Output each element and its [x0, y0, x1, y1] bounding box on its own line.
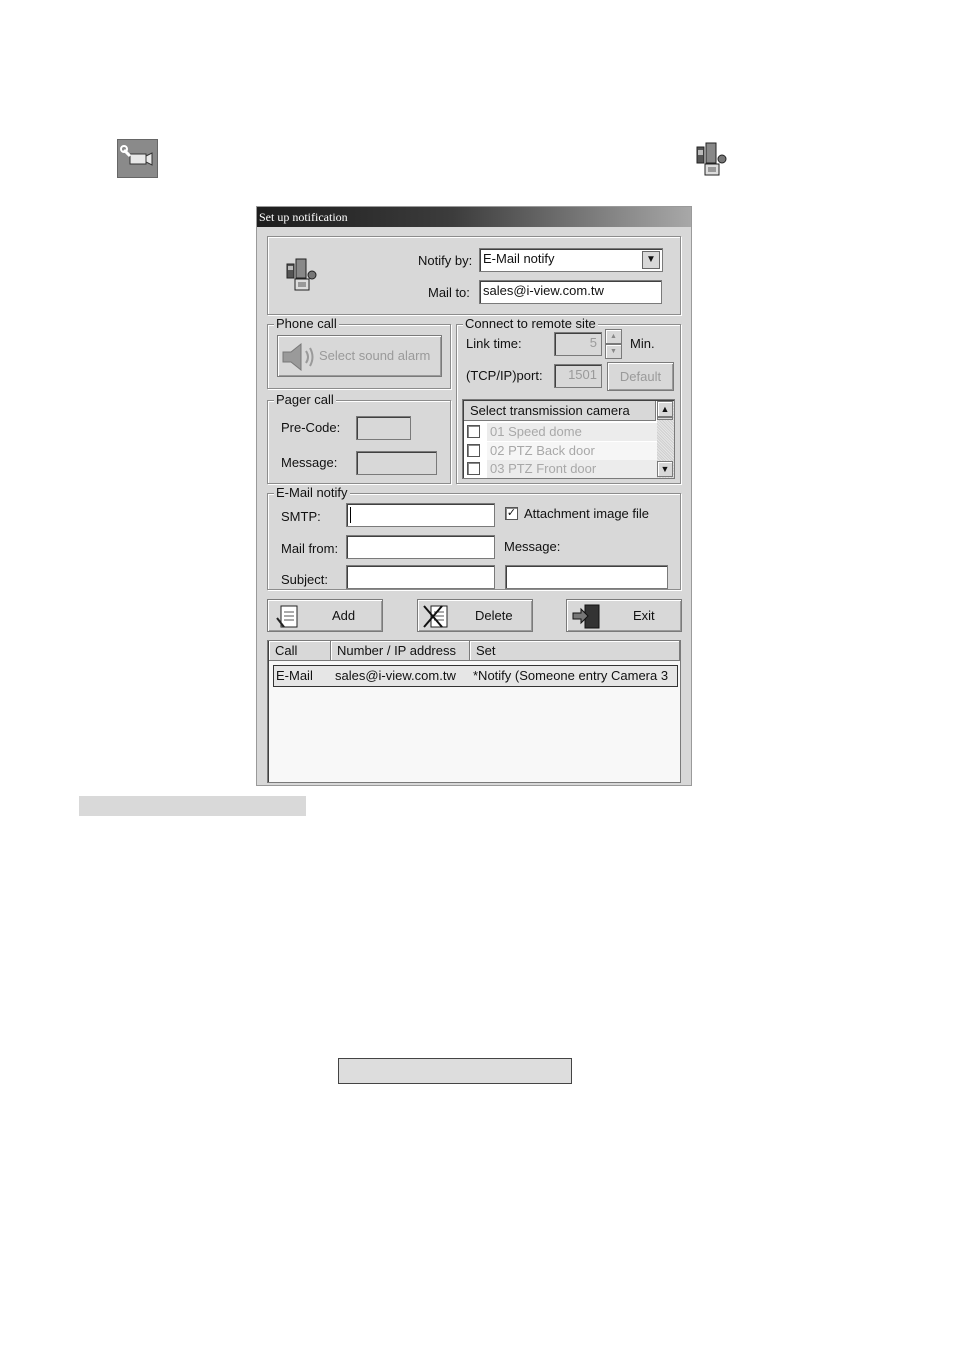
delete-document-icon — [423, 605, 448, 628]
select-sound-alarm-button[interactable]: Select sound alarm — [277, 335, 442, 377]
notify-by-select[interactable]: E-Mail notify ▼ — [479, 248, 663, 272]
camera-list-header: Select transmission camera — [464, 401, 656, 421]
attachment-checkbox[interactable]: ✓ — [505, 507, 518, 520]
list-item[interactable]: 03 PTZ Front door — [467, 460, 657, 478]
port-label: (TCP/IP)port: — [466, 368, 543, 383]
smtp-input[interactable] — [346, 503, 495, 527]
mail-from-input[interactable] — [346, 535, 495, 559]
phone-call-group: Phone call Select sound alarm — [267, 317, 451, 389]
mail-to-input[interactable]: sales@i-view.com.tw — [479, 280, 662, 304]
notify-by-group: Notify by: E-Mail notify ▼ Mail to: sale… — [267, 236, 681, 315]
caption-box — [338, 1058, 572, 1084]
speaker-icon — [282, 342, 314, 372]
list-item[interactable]: 02 PTZ Back door — [467, 442, 657, 460]
notify-by-label: Notify by: — [418, 253, 473, 268]
exit-button-label: Exit — [633, 608, 655, 623]
row-set: *Notify (Someone entry Camera 3 — [473, 668, 669, 683]
link-time-stepper[interactable]: ▲ ▼ — [605, 329, 622, 359]
camera-list[interactable]: Select transmission camera 01 Speed dome… — [462, 399, 675, 479]
camera-checkbox[interactable] — [467, 444, 480, 457]
camera-list-scrollbar[interactable]: ▲ ▼ — [657, 401, 674, 478]
pager-call-group: Pager call Pre-Code: Message: — [267, 393, 451, 484]
link-time-label: Link time: — [466, 336, 522, 351]
setup-notification-window: Set up notification Notify by: E-Mail no… — [256, 206, 692, 786]
table-row[interactable]: E-Mail sales@i-view.com.tw *Notify (Some… — [273, 665, 678, 687]
pre-code-input[interactable] — [356, 416, 411, 440]
text-cursor — [350, 507, 351, 523]
link-time-input[interactable]: 5 — [554, 332, 602, 356]
window-title: Set up notification — [257, 207, 691, 227]
select-sound-alarm-label: Select sound alarm — [319, 348, 431, 363]
camera-name: 02 PTZ Back door — [487, 442, 657, 460]
scroll-up-icon[interactable]: ▲ — [657, 401, 673, 417]
smtp-label: SMTP: — [281, 509, 321, 524]
pager-message-input[interactable] — [356, 451, 437, 475]
notify-phone-icon — [285, 258, 321, 292]
add-button[interactable]: Add — [267, 599, 383, 632]
delete-button[interactable]: Delete — [417, 599, 533, 632]
notification-table: Call Number / IP address Set E-Mail sale… — [267, 640, 681, 783]
camera-settings-icon[interactable] — [117, 139, 158, 178]
email-message-input[interactable] — [505, 565, 668, 589]
list-item[interactable]: 01 Speed dome — [467, 423, 657, 441]
add-document-icon — [276, 605, 298, 628]
column-header-set[interactable]: Set — [470, 641, 680, 661]
mail-to-label: Mail to: — [428, 285, 470, 300]
remote-site-legend: Connect to remote site — [463, 316, 598, 331]
chevron-down-icon[interactable]: ▼ — [642, 251, 660, 269]
subject-label: Subject: — [281, 572, 328, 587]
camera-checkbox[interactable] — [467, 425, 480, 438]
row-call: E-Mail — [276, 668, 313, 683]
notify-by-value: E-Mail notify — [483, 251, 555, 266]
exit-button[interactable]: Exit — [566, 599, 682, 632]
scroll-down-icon[interactable]: ▼ — [657, 461, 673, 477]
delete-button-label: Delete — [475, 608, 513, 623]
camera-name: 03 PTZ Front door — [487, 460, 657, 478]
remote-site-group: Connect to remote site Link time: 5 ▲ ▼ … — [456, 317, 681, 484]
stepper-down-icon[interactable]: ▼ — [605, 344, 622, 359]
row-address: sales@i-view.com.tw — [335, 668, 456, 683]
pager-message-label: Message: — [281, 455, 338, 470]
figure-caption-bar — [79, 796, 306, 816]
stepper-up-icon[interactable]: ▲ — [605, 329, 622, 344]
attachment-label: Attachment image file — [524, 506, 650, 521]
exit-door-icon — [572, 604, 600, 629]
camera-checkbox[interactable] — [467, 462, 480, 475]
mail-from-label: Mail from: — [281, 541, 339, 556]
pager-call-legend: Pager call — [274, 392, 336, 407]
notification-phone-icon[interactable] — [695, 141, 730, 178]
camera-name: 01 Speed dome — [487, 423, 657, 441]
subject-input[interactable] — [346, 565, 495, 589]
port-input[interactable]: 1501 — [554, 364, 602, 388]
link-time-unit: Min. — [630, 336, 655, 351]
scroll-thumb[interactable] — [657, 417, 673, 420]
add-button-label: Add — [332, 608, 356, 623]
column-header-address[interactable]: Number / IP address — [331, 641, 470, 661]
pre-code-label: Pre-Code: — [281, 420, 341, 435]
email-message-label: Message: — [504, 539, 561, 554]
email-notify-legend: E-Mail notify — [274, 485, 350, 500]
email-notify-group: E-Mail notify SMTP: Mail from: Subject: … — [267, 486, 681, 590]
default-button[interactable]: Default — [607, 362, 674, 391]
phone-call-legend: Phone call — [274, 316, 339, 331]
column-header-call[interactable]: Call — [269, 641, 331, 661]
